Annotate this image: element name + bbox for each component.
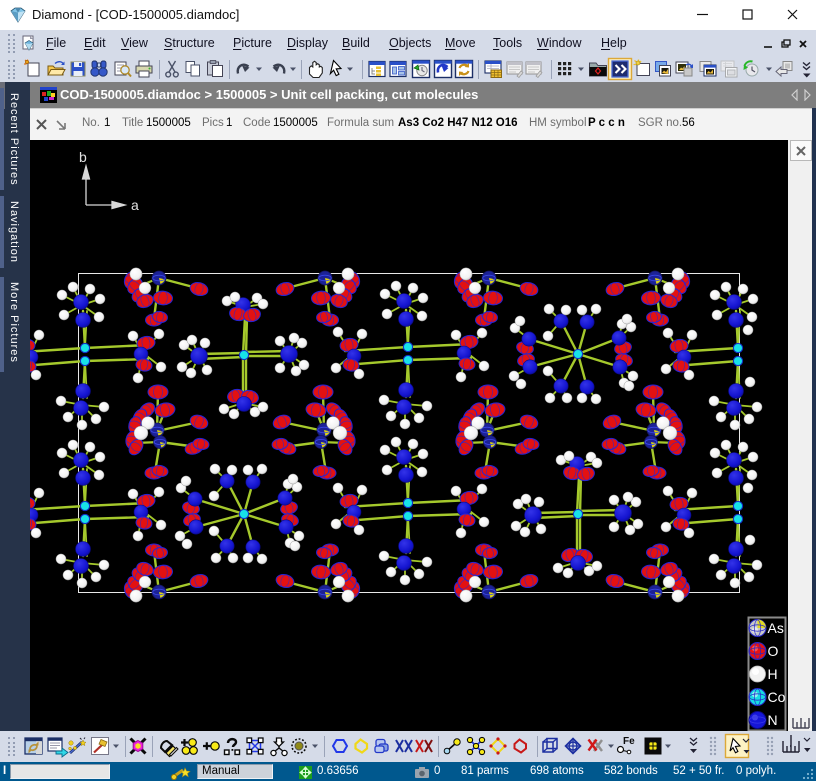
svg-text:H: H — [768, 666, 778, 682]
svg-text:N: N — [768, 712, 778, 728]
svg-text:O: O — [768, 643, 779, 659]
svg-text:a: a — [131, 197, 139, 213]
svg-text:Fe: Fe — [623, 736, 635, 747]
svg-text:b: b — [79, 149, 87, 165]
svg-text:As: As — [768, 620, 784, 636]
svg-text:Co: Co — [768, 689, 786, 705]
